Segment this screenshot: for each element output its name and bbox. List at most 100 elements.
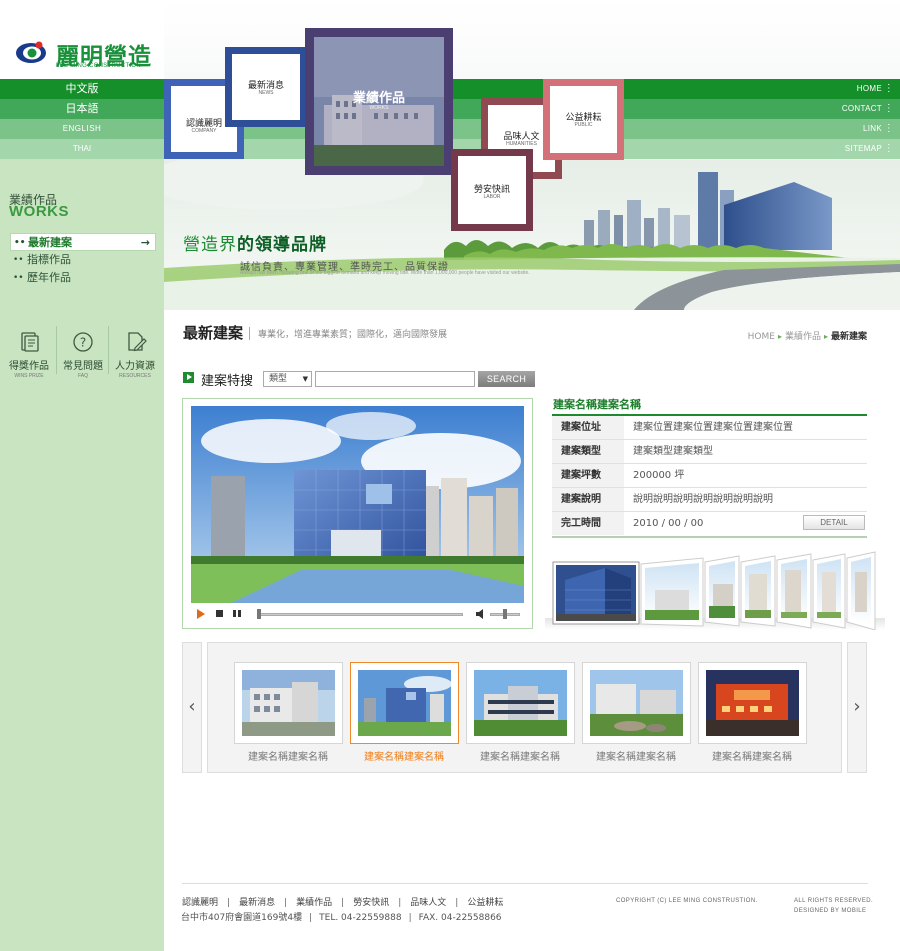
quick-link-awards[interactable]: 得獎作品 WINS PRIZE	[2, 326, 56, 379]
topnav-contact[interactable]: CONTACT	[780, 99, 900, 119]
footer-address: 台中市407府會園道169號4樓 | TEL. 04-22559888 | FAX. 0…	[181, 910, 502, 923]
bullet-icon: ••	[13, 273, 24, 283]
table-row: 完工時間 2010 / 00 / 00 DETAIL	[552, 512, 867, 536]
rights-reserved: ALL RIGHTS RESERVED.	[794, 898, 874, 904]
carousel-item[interactable]	[582, 662, 691, 744]
row-value: 說明說明說明說明說明說明說明	[633, 494, 773, 505]
logo[interactable]: 麗明營造 LEE MING CONSTRUCTION	[0, 0, 164, 79]
row-value: 建案類型建案類型	[633, 446, 713, 457]
quick-link-resources[interactable]: 人力資源 RESOURCES	[108, 326, 162, 379]
separator: |	[284, 898, 288, 908]
coverflow-thumb	[812, 553, 846, 629]
carousel-item-selected[interactable]	[350, 662, 459, 744]
breadcrumb: HOME ▸ 業績作品 ▸ 最新建案	[748, 329, 867, 342]
telephone: TEL. 04-22559888	[319, 913, 402, 923]
breadcrumb-home[interactable]: HOME	[748, 332, 775, 342]
logo-english-name: LEE MING CONSTRUCTION	[56, 63, 141, 69]
subnav-item-history[interactable]: •• 歷年作品	[10, 269, 156, 287]
table-row: 建案說明 說明說明說明說明說明說明說明	[552, 488, 867, 512]
carousel-frame: 建案名稱建案名稱 建案名稱建案名稱 建案名稱建案名稱 建案名稱建案名稱 建案名稱…	[207, 642, 842, 773]
carousel-caption[interactable]: 建案名稱建案名稱	[228, 748, 348, 763]
row-value: 200000 坪	[633, 470, 685, 481]
topnav-home[interactable]: HOME	[780, 79, 900, 99]
progress-handle[interactable]	[257, 609, 261, 619]
subnav-item-landmark[interactable]: •• 指標作品	[10, 251, 156, 269]
separator: |	[408, 913, 412, 923]
detail-button[interactable]: DETAIL	[803, 515, 865, 530]
volume-handle[interactable]	[503, 609, 507, 619]
dropdown-arrow-icon: ▼	[302, 375, 308, 383]
slogan-fineprint: Always has been following one of the big…	[240, 270, 530, 276]
pause-icon[interactable]	[233, 610, 241, 618]
header-banner: HOME CONTACT LINK SITEMAP 認識麗明 COMPANY	[164, 0, 900, 310]
coverflow-thumb	[640, 557, 704, 627]
stop-icon[interactable]	[216, 610, 224, 618]
volume-icon[interactable]	[476, 609, 486, 619]
subnav-item-latest[interactable]: •• 最新建案 →	[10, 233, 156, 251]
separator: |	[455, 898, 459, 908]
row-label: 建案說明	[552, 488, 624, 511]
lang-japanese[interactable]: 日本語	[0, 99, 164, 119]
topnav-link[interactable]: LINK	[780, 119, 900, 139]
search-button[interactable]: SEARCH	[478, 371, 535, 387]
nav-box-english: COMPANY	[191, 128, 217, 134]
breadcrumb-works[interactable]: 業績作品	[785, 332, 821, 342]
coverflow-thumb	[740, 555, 776, 627]
designed-by[interactable]: DESIGNED BY MOBILE	[794, 908, 866, 914]
carousel-item[interactable]	[234, 662, 343, 744]
breadcrumb-current: 最新建案	[830, 332, 867, 342]
carousel-caption[interactable]: 建案名稱建案名稱	[460, 748, 580, 763]
nav-box-works[interactable]: 業績作品 WORKS	[305, 28, 453, 175]
bullet-icon: ••	[14, 238, 26, 248]
nav-box-labor[interactable]: 勞安快訊 LABOR	[451, 149, 533, 231]
quick-link-label: 人力資源	[115, 361, 155, 372]
footer-links: 認識麗明 | 最新消息 | 業績作品 | 勞安快訊 | 品味人文 | 公益耕耘	[182, 895, 503, 908]
project-thumbnail	[242, 670, 335, 736]
lang-english[interactable]: ENGLISH	[0, 119, 164, 139]
nav-box-public[interactable]: 公益耕耘 PUBLIC	[543, 79, 624, 160]
nav-box-news[interactable]: 最新消息 NEWS	[225, 47, 307, 127]
carousel-item[interactable]	[466, 662, 575, 744]
footer-link-public[interactable]: 公益耕耘	[467, 898, 503, 908]
separator: |	[227, 898, 231, 908]
carousel-caption[interactable]: 建案名稱建案名稱	[576, 748, 696, 763]
subnav-item-label: 指標作品	[27, 253, 71, 266]
quick-link-faq[interactable]: ? 常見問題 FAQ	[56, 326, 110, 379]
footer-link-labor[interactable]: 勞安快訊	[353, 898, 389, 908]
subnav-item-label: 最新建案	[28, 236, 72, 249]
table-row: 建案類型 建案類型建案類型	[552, 440, 867, 464]
separator: |	[341, 898, 345, 908]
copyright: COPYRIGHT (C) LEE MING CONSTRUSTION.	[616, 898, 758, 904]
carousel-next-button[interactable]: ›	[847, 642, 867, 773]
quick-link-english: WINS PRIZE	[14, 373, 44, 379]
subnav-item-label: 歷年作品	[27, 271, 71, 284]
footer-link-humanities[interactable]: 品味人文	[410, 898, 446, 908]
lang-thai[interactable]: THAI	[0, 139, 164, 159]
address: 台中市407府會園道169號4樓	[181, 913, 303, 923]
project-video-frame[interactable]	[191, 406, 524, 603]
carousel-caption[interactable]: 建案名稱建案名稱	[692, 748, 812, 763]
carousel-item[interactable]	[698, 662, 807, 744]
video-controls	[191, 605, 524, 623]
separator: |	[398, 898, 402, 908]
footer-divider	[182, 883, 868, 884]
photo-coverflow[interactable]	[545, 550, 885, 630]
footer-link-works[interactable]: 業績作品	[296, 898, 332, 908]
footer-link-news[interactable]: 最新消息	[239, 898, 275, 908]
project-carousel: ‹ 建案名稱建案名稱 建案名稱建案名稱 建案名稱建案名稱 建案名稱建案名稱 建案…	[182, 642, 868, 773]
carousel-prev-button[interactable]: ‹	[182, 642, 202, 773]
search-input[interactable]	[315, 371, 475, 387]
play-icon[interactable]	[196, 609, 206, 619]
type-select[interactable]: 類型 ▼	[263, 371, 312, 387]
coverflow-thumb	[776, 553, 812, 629]
page-title: 最新建案	[183, 324, 244, 342]
slogan: 營造界的領導品牌	[183, 230, 327, 255]
progress-track[interactable]	[259, 613, 463, 616]
footer-link-company[interactable]: 認識麗明	[182, 898, 218, 908]
topnav-sitemap[interactable]: SITEMAP	[780, 139, 900, 159]
lang-chinese[interactable]: 中文版	[0, 79, 164, 99]
bullet-icon: ••	[13, 255, 24, 265]
project-thumbnail	[590, 670, 683, 736]
slogan-prefix: 營造界	[183, 235, 237, 255]
carousel-caption-selected[interactable]: 建案名稱建案名稱	[344, 748, 464, 763]
